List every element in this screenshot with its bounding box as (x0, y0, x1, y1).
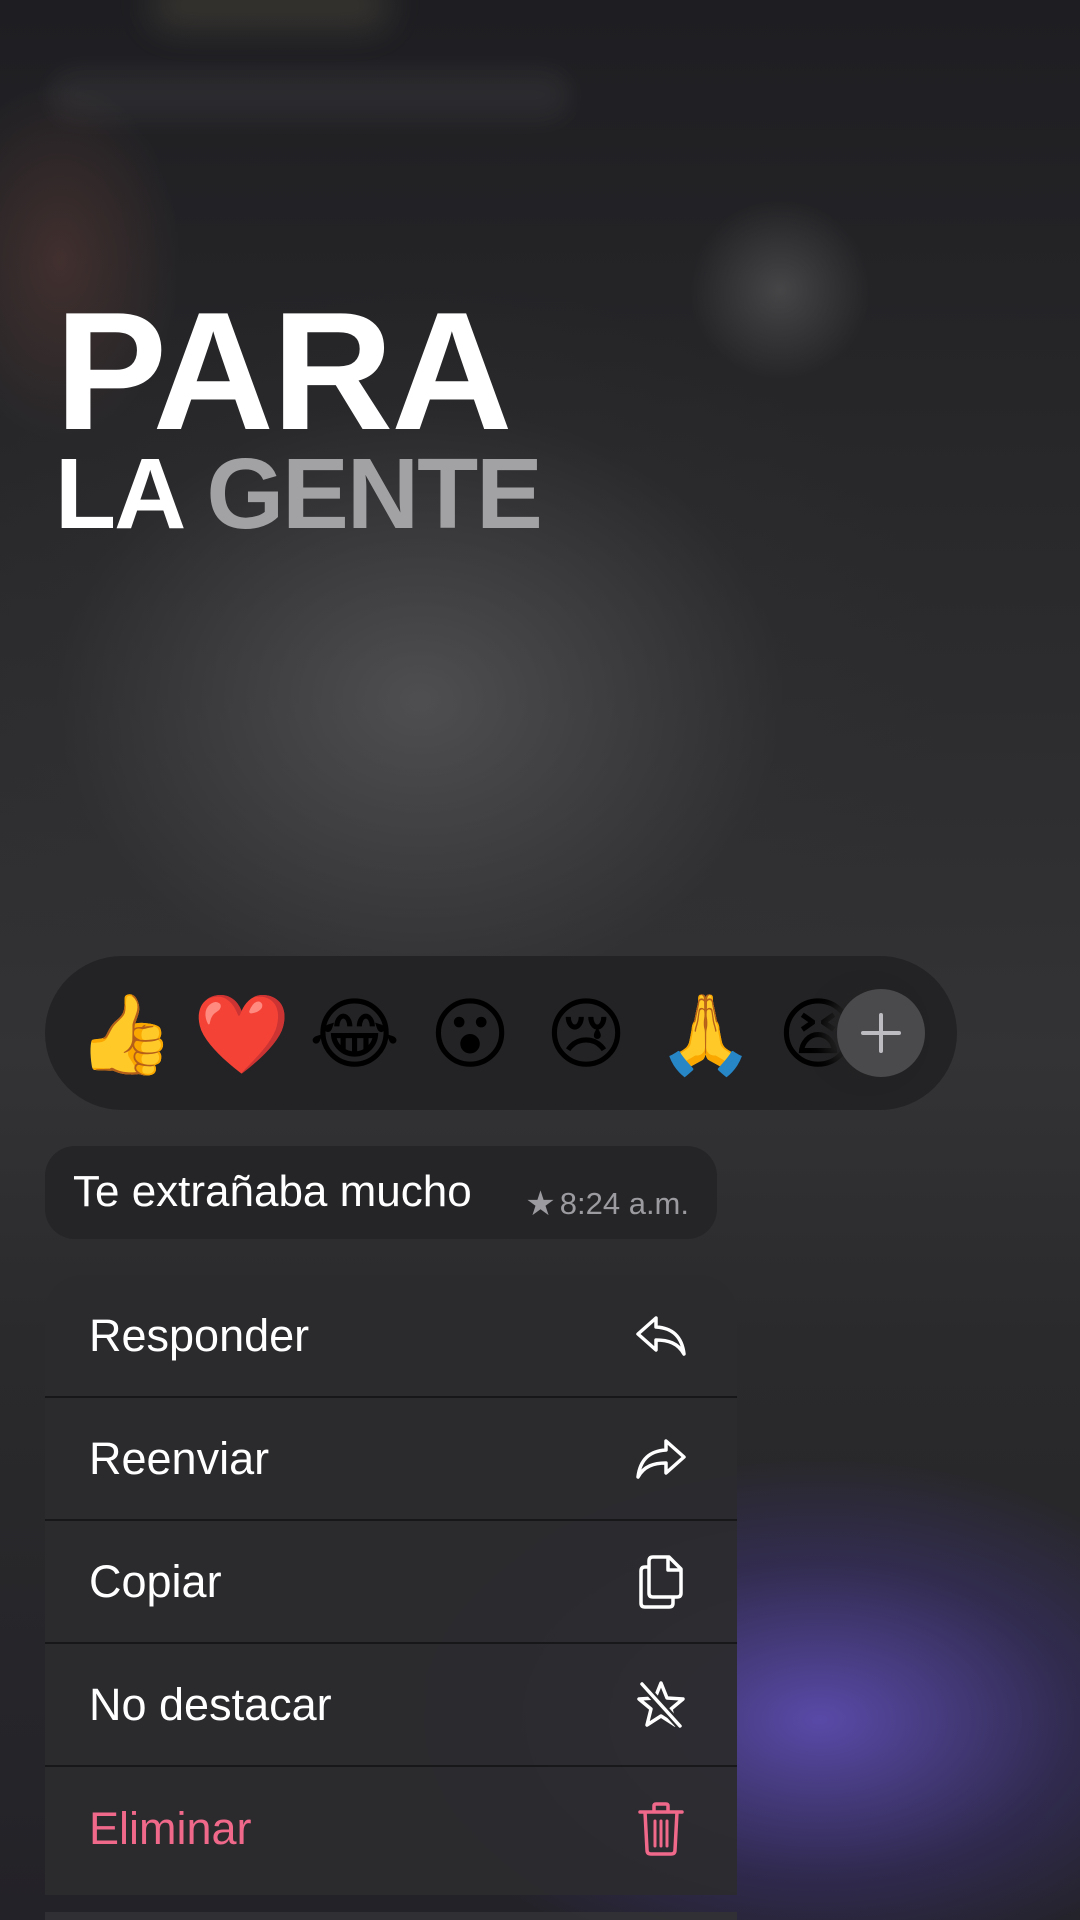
context-menu: Responder Reenviar Copiar No destacar El… (45, 1275, 737, 1895)
menu-next-item-edge (45, 1912, 737, 1920)
unstar-icon (633, 1677, 689, 1733)
reaction-face-open-mouth[interactable]: 😮 (425, 990, 515, 1080)
menu-item-label: Responder (89, 1309, 310, 1361)
menu-item-reply[interactable]: Responder (45, 1275, 737, 1398)
message-bubble[interactable]: Te extrañaba mucho ★ 8:24 a.m. (45, 1146, 717, 1239)
promo-headline: PARA LA GENTE (55, 277, 543, 550)
reaction-tears-of-joy[interactable]: 😂 (309, 990, 400, 1080)
blurred-background-shape (150, 0, 390, 30)
forward-icon (633, 1431, 689, 1487)
message-meta: ★ 8:24 a.m. (525, 1186, 689, 1222)
plus-icon (861, 1013, 901, 1053)
more-reactions-button[interactable] (837, 989, 925, 1077)
message-time: 8:24 a.m. (559, 1186, 689, 1221)
copy-icon (633, 1554, 689, 1610)
menu-item-unstar[interactable]: No destacar (45, 1644, 737, 1767)
headline-word-gente: GENTE (206, 438, 542, 550)
reaction-crying-face[interactable]: 😢 (541, 990, 631, 1080)
message-text: Te extrañaba mucho (73, 1167, 472, 1216)
reaction-folded-hands[interactable]: 🙏 (657, 990, 754, 1080)
headline-word-la: LA (55, 438, 183, 550)
reply-icon (633, 1308, 689, 1364)
headline-line-2: LA GENTE (55, 438, 543, 550)
menu-item-forward[interactable]: Reenviar (45, 1398, 737, 1521)
menu-item-label: Copiar (89, 1555, 222, 1607)
reaction-red-heart[interactable]: ❤️ (193, 990, 290, 1080)
reaction-thumbs-up[interactable]: 👍 (77, 990, 174, 1080)
trash-icon (633, 1801, 689, 1857)
menu-item-label: No destacar (89, 1678, 332, 1730)
blurred-header-bar (50, 70, 570, 120)
menu-item-label: Reenviar (89, 1432, 270, 1484)
star-icon: ★ (525, 1185, 556, 1223)
menu-item-label: Eliminar (89, 1802, 252, 1854)
reaction-bar: 👍 ❤️ 😂 😮 😢 🙏 😫 (45, 956, 957, 1110)
screen: PARA LA GENTE 👍 ❤️ 😂 😮 😢 🙏 😫 Te extrañab… (0, 0, 1080, 1920)
headline-line-1: PARA (55, 277, 513, 465)
menu-item-copy[interactable]: Copiar (45, 1521, 737, 1644)
menu-item-delete[interactable]: Eliminar (45, 1767, 737, 1890)
